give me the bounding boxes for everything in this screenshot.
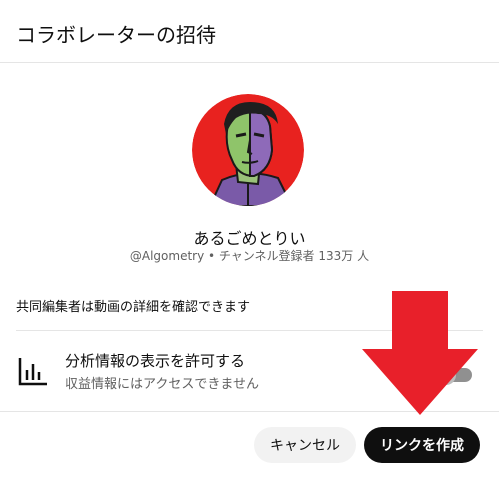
channel-name: あるごめとりい bbox=[193, 229, 306, 248]
analytics-permission-row[interactable]: 分析情報の表示を許可する 収益情報にはアクセスできません bbox=[0, 340, 499, 404]
dialog-title: コラボレーターの招待 bbox=[16, 23, 216, 47]
avatar-illustration bbox=[192, 94, 304, 206]
analytics-title: 分析情報の表示を許可する bbox=[65, 352, 246, 370]
analytics-subtitle: 収益情報にはアクセスできません bbox=[65, 377, 259, 392]
editor-permission-note: 共同編集者は動画の詳細を確認できます bbox=[16, 300, 251, 315]
dialog-header: コラボレーターの招待 bbox=[0, 0, 499, 63]
footer-divider bbox=[0, 411, 499, 412]
invite-collaborator-dialog: コラボレーターの招待 あるごめとりい @Algometry • チャンネル登録者… bbox=[0, 0, 499, 477]
toggle-knob bbox=[436, 365, 456, 385]
channel-avatar bbox=[192, 94, 304, 206]
divider bbox=[16, 330, 483, 331]
bar-chart-icon bbox=[18, 358, 47, 386]
create-link-button[interactable]: リンクを作成 bbox=[364, 427, 480, 463]
cancel-button[interactable]: キャンセル bbox=[254, 427, 356, 463]
analytics-toggle[interactable] bbox=[436, 365, 472, 385]
channel-meta: @Algometry • チャンネル登録者 133万 人 bbox=[129, 249, 370, 263]
